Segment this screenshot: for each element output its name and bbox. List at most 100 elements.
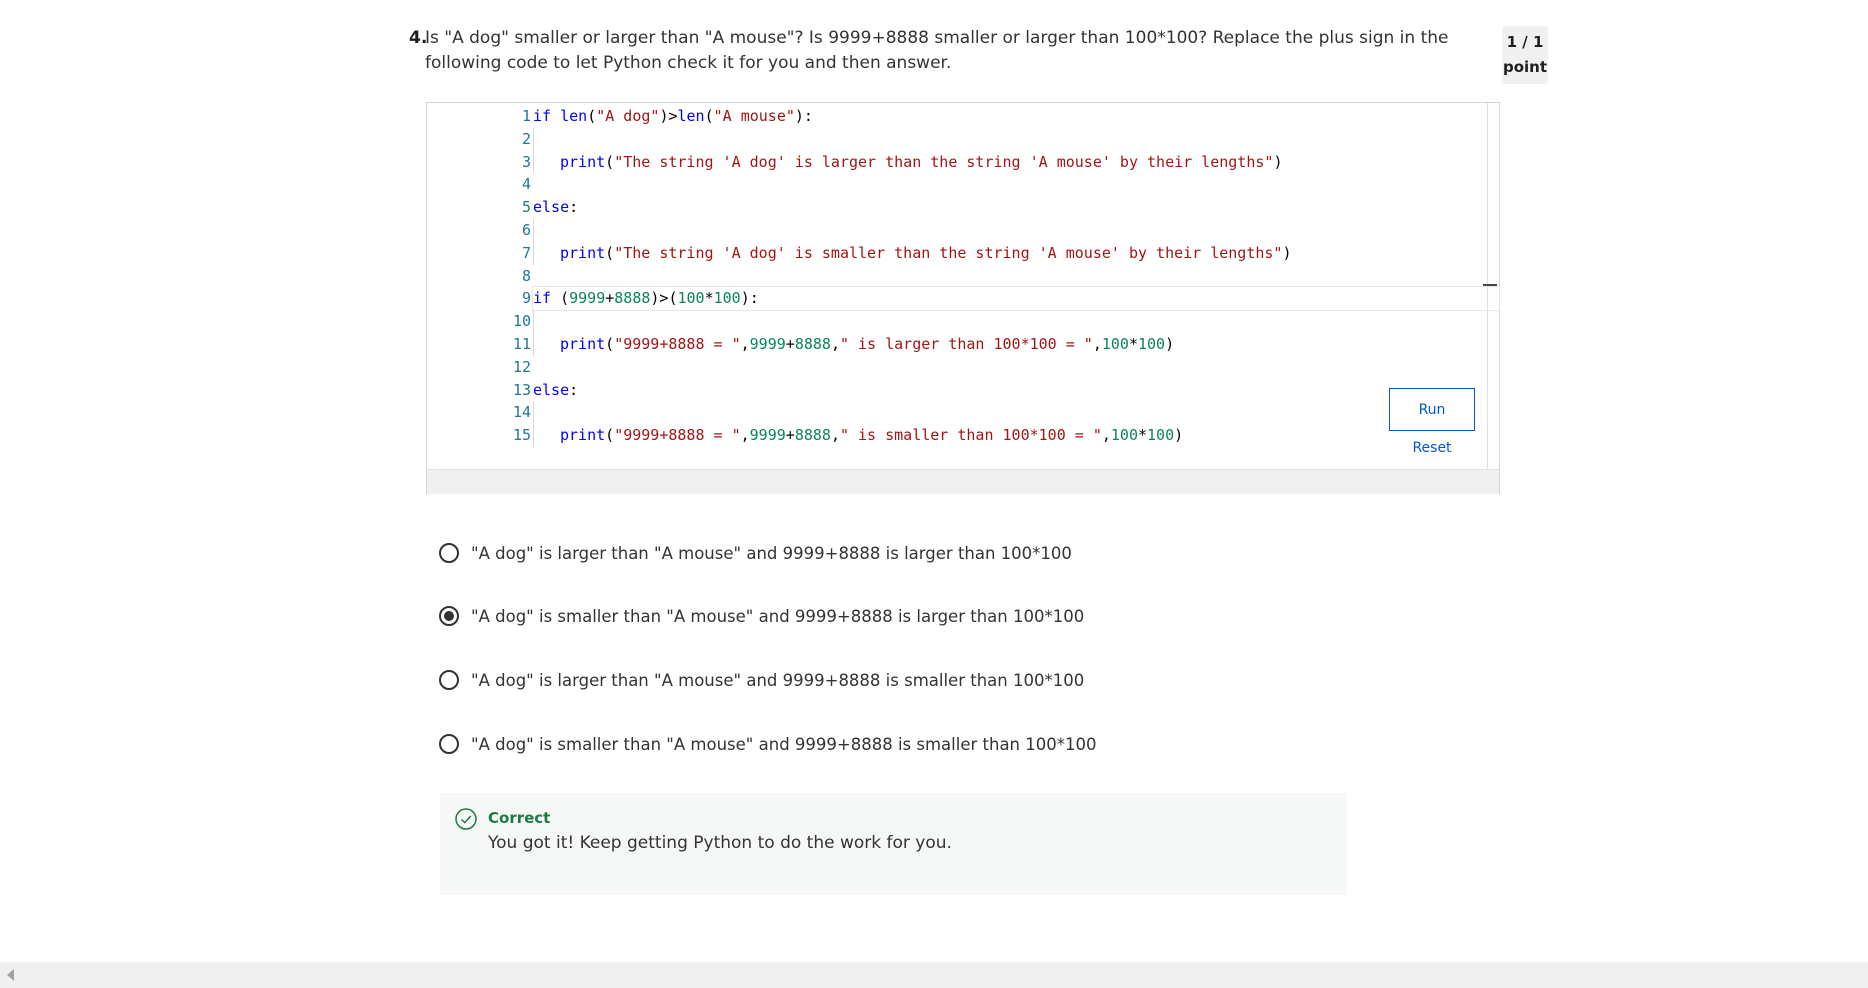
code-line[interactable] (533, 218, 1483, 242)
code-token: 9999 (749, 426, 786, 445)
line-number: 10 (512, 312, 531, 331)
code-token: ): (740, 289, 759, 308)
code-token: * (1138, 426, 1148, 445)
reset-button[interactable]: Reset (1404, 440, 1460, 456)
code-token: 8888 (614, 289, 651, 308)
line-number: 1 (521, 107, 531, 125)
answer-option[interactable]: "A dog" is smaller than "A mouse" and 99… (439, 730, 1097, 758)
radio-button[interactable] (439, 670, 459, 690)
code-token: 9999 (749, 334, 786, 353)
answer-option[interactable]: "A dog" is larger than "A mouse" and 999… (439, 666, 1084, 694)
code-token: print (560, 334, 606, 353)
points-score: 1 / 1 (1506, 33, 1544, 51)
line-number: 8 (521, 266, 531, 285)
line-number: 7 (521, 243, 531, 262)
code-token: , (740, 334, 750, 353)
line-number: 11 (512, 334, 531, 353)
answer-option[interactable]: "A dog" is smaller than "A mouse" and 99… (439, 602, 1084, 630)
code-token: 100 (1147, 426, 1175, 445)
code-token: len (560, 107, 588, 125)
code-token: + (785, 426, 795, 445)
run-button[interactable]: Run (1389, 388, 1475, 431)
code-token: : (569, 380, 579, 399)
code-token: "The string 'A dog' is larger than the s… (614, 152, 1274, 171)
code-token: if (533, 289, 561, 308)
code-token: "9999+8888 = " (614, 334, 741, 353)
option-label: "A dog" is smaller than "A mouse" and 99… (471, 734, 1097, 754)
radio-button[interactable] (439, 734, 459, 754)
line-number: 15 (512, 426, 531, 445)
code-line[interactable]: print("9999+8888 = ",9999+8888," is smal… (533, 424, 1483, 447)
line-number: 9 (521, 289, 531, 308)
code-line[interactable]: if (9999+8888)>(100*100): (532, 286, 1500, 312)
code-line[interactable] (533, 265, 1483, 288)
code-token: * (1128, 334, 1138, 353)
code-line[interactable]: print("9999+8888 = ",9999+8888," is larg… (533, 332, 1483, 356)
code-token: + (785, 334, 795, 353)
code-line[interactable]: else: (533, 196, 1483, 219)
scroll-position-marker (1483, 284, 1497, 286)
code-token: " is larger than 100*100 = " (839, 334, 1093, 353)
code-line[interactable] (533, 127, 1483, 151)
code-token: "A dog" (596, 107, 660, 125)
code-token: else (533, 380, 570, 399)
code-token: : (569, 198, 579, 217)
feedback-panel: Correct You got it! Keep getting Python … (440, 793, 1347, 895)
option-label: "A dog" is smaller than "A mouse" and 99… (471, 606, 1085, 626)
code-token: 100 (1138, 334, 1166, 353)
code-line[interactable]: if len("A dog")>len("A mouse"): (533, 105, 1483, 128)
code-line[interactable] (533, 401, 1483, 424)
code-token: print (560, 243, 606, 262)
code-token: ( (587, 107, 597, 125)
line-number: 14 (512, 403, 531, 422)
code-line[interactable]: print("The string 'A dog' is smaller tha… (533, 241, 1483, 265)
code-token: )>( (650, 289, 678, 308)
code-line[interactable]: print("The string 'A dog' is larger than… (533, 150, 1483, 174)
code-token: 100 (1110, 426, 1138, 445)
code-token: ) (1282, 243, 1292, 262)
option-label: "A dog" is larger than "A mouse" and 999… (471, 670, 1085, 690)
code-token: , (830, 426, 840, 445)
code-token: ( (605, 243, 615, 262)
check-circle-icon (455, 808, 477, 830)
line-number: 5 (521, 198, 531, 217)
feedback-text: You got it! Keep getting Python to do th… (488, 833, 952, 853)
code-token: "9999+8888 = " (614, 426, 741, 445)
code-token: 100 (1101, 334, 1129, 353)
code-token: len (677, 107, 705, 125)
code-lines[interactable]: if len("A dog")>len("A mouse"): print("Th… (532, 103, 1500, 447)
code-token: print (560, 152, 606, 171)
code-token: ): (794, 107, 813, 125)
code-token: , (1101, 426, 1111, 445)
code-token: , (740, 426, 750, 445)
code-line[interactable]: else: (533, 379, 1483, 402)
line-numbers: 1 2 3 4 5 6 7 8 9 10 11 12 13 14 15 (485, 103, 531, 447)
code-area[interactable]: 1 2 3 4 5 6 7 8 9 10 11 12 13 14 15 if l… (433, 103, 1500, 469)
code-token: if (533, 107, 561, 125)
horizontal-scrollbar[interactable] (0, 962, 1868, 988)
points-label: point (1502, 58, 1548, 76)
code-token: )> (659, 107, 678, 125)
code-editor[interactable]: 1 2 3 4 5 6 7 8 9 10 11 12 13 14 15 if l… (426, 102, 1500, 494)
code-line[interactable] (533, 173, 1483, 196)
line-number: 12 (512, 357, 531, 376)
code-token: ) (1165, 334, 1175, 353)
code-token: " is smaller than 100*100 = " (839, 426, 1102, 445)
radio-button[interactable] (439, 543, 459, 563)
question-text: Is "A dog" smaller or larger than "A mou… (425, 28, 1449, 73)
code-line[interactable] (533, 310, 1483, 333)
code-line[interactable] (533, 356, 1483, 379)
radio-button[interactable] (439, 606, 459, 626)
scroll-left-icon[interactable] (7, 969, 14, 981)
code-token: ) (1174, 426, 1184, 445)
code-token: 8888 (794, 334, 831, 353)
code-token: , (830, 334, 840, 353)
feedback-title: Correct (488, 809, 551, 827)
answer-option[interactable]: "A dog" is larger than "A mouse" and 999… (439, 539, 1072, 567)
editor-footer (427, 469, 1499, 494)
code-token: 100 (677, 289, 705, 308)
code-token: + (605, 289, 615, 308)
code-token: 100 (713, 289, 741, 308)
code-token: ( (605, 334, 615, 353)
code-token: "The string 'A dog' is smaller than the … (614, 243, 1283, 262)
